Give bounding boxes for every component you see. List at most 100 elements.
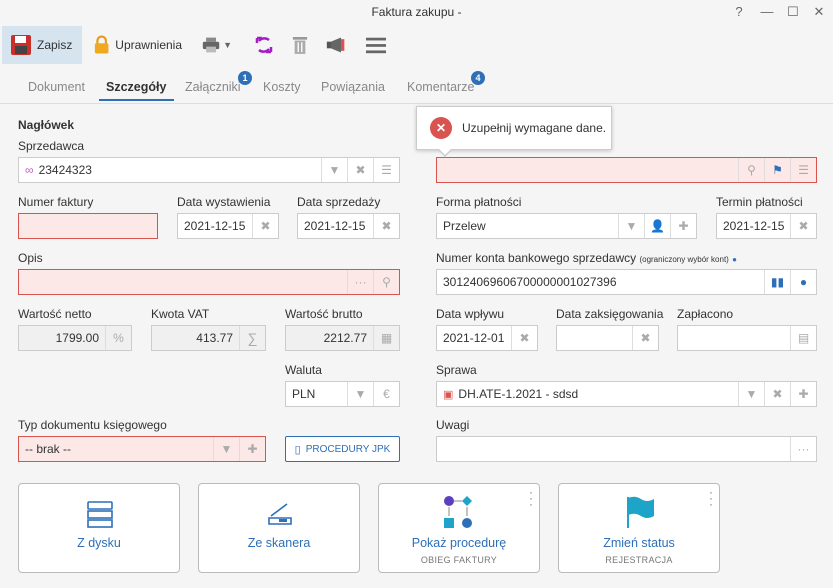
tab-komentarze[interactable]: Komentarze <box>407 80 474 94</box>
list-icon[interactable]: ☰ <box>790 158 816 182</box>
notes-field[interactable]: ··· <box>436 436 817 462</box>
tab-koszty[interactable]: Koszty <box>263 80 301 94</box>
payment-due-field[interactable]: 2021-12-15 ✖ <box>716 213 817 239</box>
delete-button[interactable] <box>284 26 316 64</box>
calendar-icon[interactable]: ▤ <box>790 326 816 350</box>
percent-icon[interactable]: % <box>105 326 131 350</box>
kebab-menu-icon[interactable]: · · · <box>529 486 533 510</box>
gross-value: 2212.77 <box>323 331 367 345</box>
net-field[interactable]: 1799.00 % <box>18 325 132 351</box>
search-icon[interactable]: ⚲ <box>738 158 764 182</box>
description-field[interactable]: ··· ⚲ <box>18 269 400 295</box>
card-label: Zmień status <box>603 536 675 550</box>
tooltip-arrow-inner <box>438 148 452 155</box>
location-pin-icon[interactable]: ⚑ <box>764 158 790 182</box>
save-button[interactable]: Zapisz <box>2 26 82 64</box>
hamburger-icon <box>366 37 386 54</box>
help-button[interactable]: ? <box>730 3 748 21</box>
paid-label: Zapłacono <box>677 307 734 321</box>
refresh-button[interactable] <box>246 26 282 64</box>
tab-powiazania[interactable]: Powiązania <box>321 80 385 94</box>
jpk-label: PROCEDURY JPK <box>305 443 391 455</box>
dropdown-icon[interactable]: ▼ <box>321 158 347 182</box>
print-button[interactable]: ▼ <box>194 26 240 64</box>
book-icon[interactable]: ▮▮ <box>764 270 790 294</box>
printer-icon <box>202 37 220 53</box>
invoice-number-label: Numer faktury <box>18 195 94 209</box>
sale-date-label: Data sprzedaży <box>297 195 381 209</box>
attachments-badge: 1 <box>238 71 252 85</box>
jpk-procedures-button[interactable]: ▯ PROCEDURY JPK <box>285 436 400 462</box>
menu-button[interactable] <box>358 26 394 64</box>
vat-field[interactable]: 413.77 ∑ <box>151 325 266 351</box>
card-sublabel: REJESTRACJA <box>605 555 673 565</box>
euro-icon[interactable]: € <box>373 382 399 406</box>
case-field[interactable]: ▣ DH.ATE-1.2021 - sdsd ▼ ✖ ✚ <box>436 381 817 407</box>
bank-account-label: Numer konta bankowego sprzedawcy (ograni… <box>436 251 737 265</box>
dropdown-icon[interactable]: ▼ <box>738 382 764 406</box>
calculator-icon[interactable]: ▦ <box>373 326 399 350</box>
minimize-button[interactable]: — <box>758 3 776 21</box>
clear-icon[interactable]: ✖ <box>511 326 537 350</box>
net-label: Wartość netto <box>18 307 92 321</box>
from-disk-card[interactable]: Z dysku <box>18 483 180 573</box>
maximize-button[interactable]: ☐ <box>784 3 802 21</box>
vat-value: 413.77 <box>196 331 233 345</box>
announce-button[interactable] <box>318 26 354 64</box>
permissions-label: Uprawnienia <box>115 38 182 52</box>
currency-value: PLN <box>292 387 316 401</box>
contractor-icon: ∞ <box>25 163 34 177</box>
bank-account-field[interactable]: 30124069606700000001027396 ▮▮ ● <box>436 269 817 295</box>
receipt-date-field[interactable]: 2021-12-01 ✖ <box>436 325 538 351</box>
sum-icon[interactable]: ∑ <box>239 326 265 350</box>
add-icon[interactable]: ✚ <box>239 437 265 461</box>
dropdown-icon[interactable]: ▼ <box>618 214 644 238</box>
seller-field[interactable]: ∞ 23424323 ▼ ✖ ☰ <box>18 157 400 183</box>
person-icon[interactable]: 👤 <box>644 214 670 238</box>
more-icon[interactable]: ··· <box>790 437 816 461</box>
tab-dokument[interactable]: Dokument <box>28 80 85 94</box>
from-scanner-card[interactable]: Ze skanera <box>198 483 360 573</box>
gross-label: Wartość brutto <box>285 307 363 321</box>
clear-icon[interactable]: ✖ <box>252 214 278 238</box>
clear-icon[interactable]: ✖ <box>764 382 790 406</box>
clear-icon[interactable]: ✖ <box>347 158 373 182</box>
close-button[interactable]: ✕ <box>810 3 828 21</box>
show-procedure-card[interactable]: · · · Pokaż procedurę OBIEG FAKTURY <box>378 483 540 573</box>
bank-account-note: (ograniczony wybór kont) <box>639 255 729 264</box>
doc-type-value: -- brak -- <box>25 442 71 456</box>
list-icon[interactable]: ☰ <box>373 158 399 182</box>
tab-zalaczniki[interactable]: Załączniki <box>185 80 241 94</box>
trash-icon <box>292 37 308 54</box>
doc-type-select[interactable]: -- brak -- ▼ ✚ <box>18 436 266 462</box>
seller-value: 23424323 <box>38 163 92 177</box>
currency-select[interactable]: PLN ▼ € <box>285 381 400 407</box>
dropdown-icon[interactable]: ▼ <box>347 382 373 406</box>
megaphone-icon <box>326 37 345 53</box>
paid-field[interactable]: ▤ <box>677 325 817 351</box>
clear-icon[interactable]: ✖ <box>790 214 816 238</box>
add-icon[interactable]: ✚ <box>790 382 816 406</box>
sale-date-field[interactable]: 2021-12-15 ✖ <box>297 213 400 239</box>
invoice-number-field[interactable] <box>18 213 158 239</box>
validation-tooltip: ✕ Uzupełnij wymagane dane. <box>416 106 612 150</box>
clear-icon[interactable]: ✖ <box>373 214 399 238</box>
required-field[interactable]: ⚲ ⚑ ☰ <box>436 157 817 183</box>
posting-date-field[interactable]: ✖ <box>556 325 659 351</box>
payment-form-select[interactable]: Przelew ▼ 👤 ✚ <box>436 213 697 239</box>
permissions-button[interactable]: Uprawnienia <box>86 26 190 64</box>
piggy-bank-icon[interactable]: ● <box>790 270 816 294</box>
more-icon[interactable]: ··· <box>347 270 373 294</box>
issue-date-field[interactable]: 2021-12-15 ✖ <box>177 213 279 239</box>
add-icon[interactable]: ✚ <box>670 214 696 238</box>
tab-szczegoly[interactable]: Szczegóły <box>106 80 166 94</box>
bank-account-label-text: Numer konta bankowego sprzedawcy <box>436 251 637 265</box>
clear-icon[interactable]: ✖ <box>632 326 658 350</box>
section-header: Nagłówek <box>18 118 75 132</box>
change-status-card[interactable]: · · · Zmień status REJESTRACJA <box>558 483 720 573</box>
gross-field[interactable]: 2212.77 ▦ <box>285 325 400 351</box>
dropdown-icon[interactable]: ▼ <box>213 437 239 461</box>
kebab-menu-icon[interactable]: · · · <box>709 486 713 510</box>
search-icon[interactable]: ⚲ <box>373 270 399 294</box>
payment-form-value: Przelew <box>443 219 486 233</box>
